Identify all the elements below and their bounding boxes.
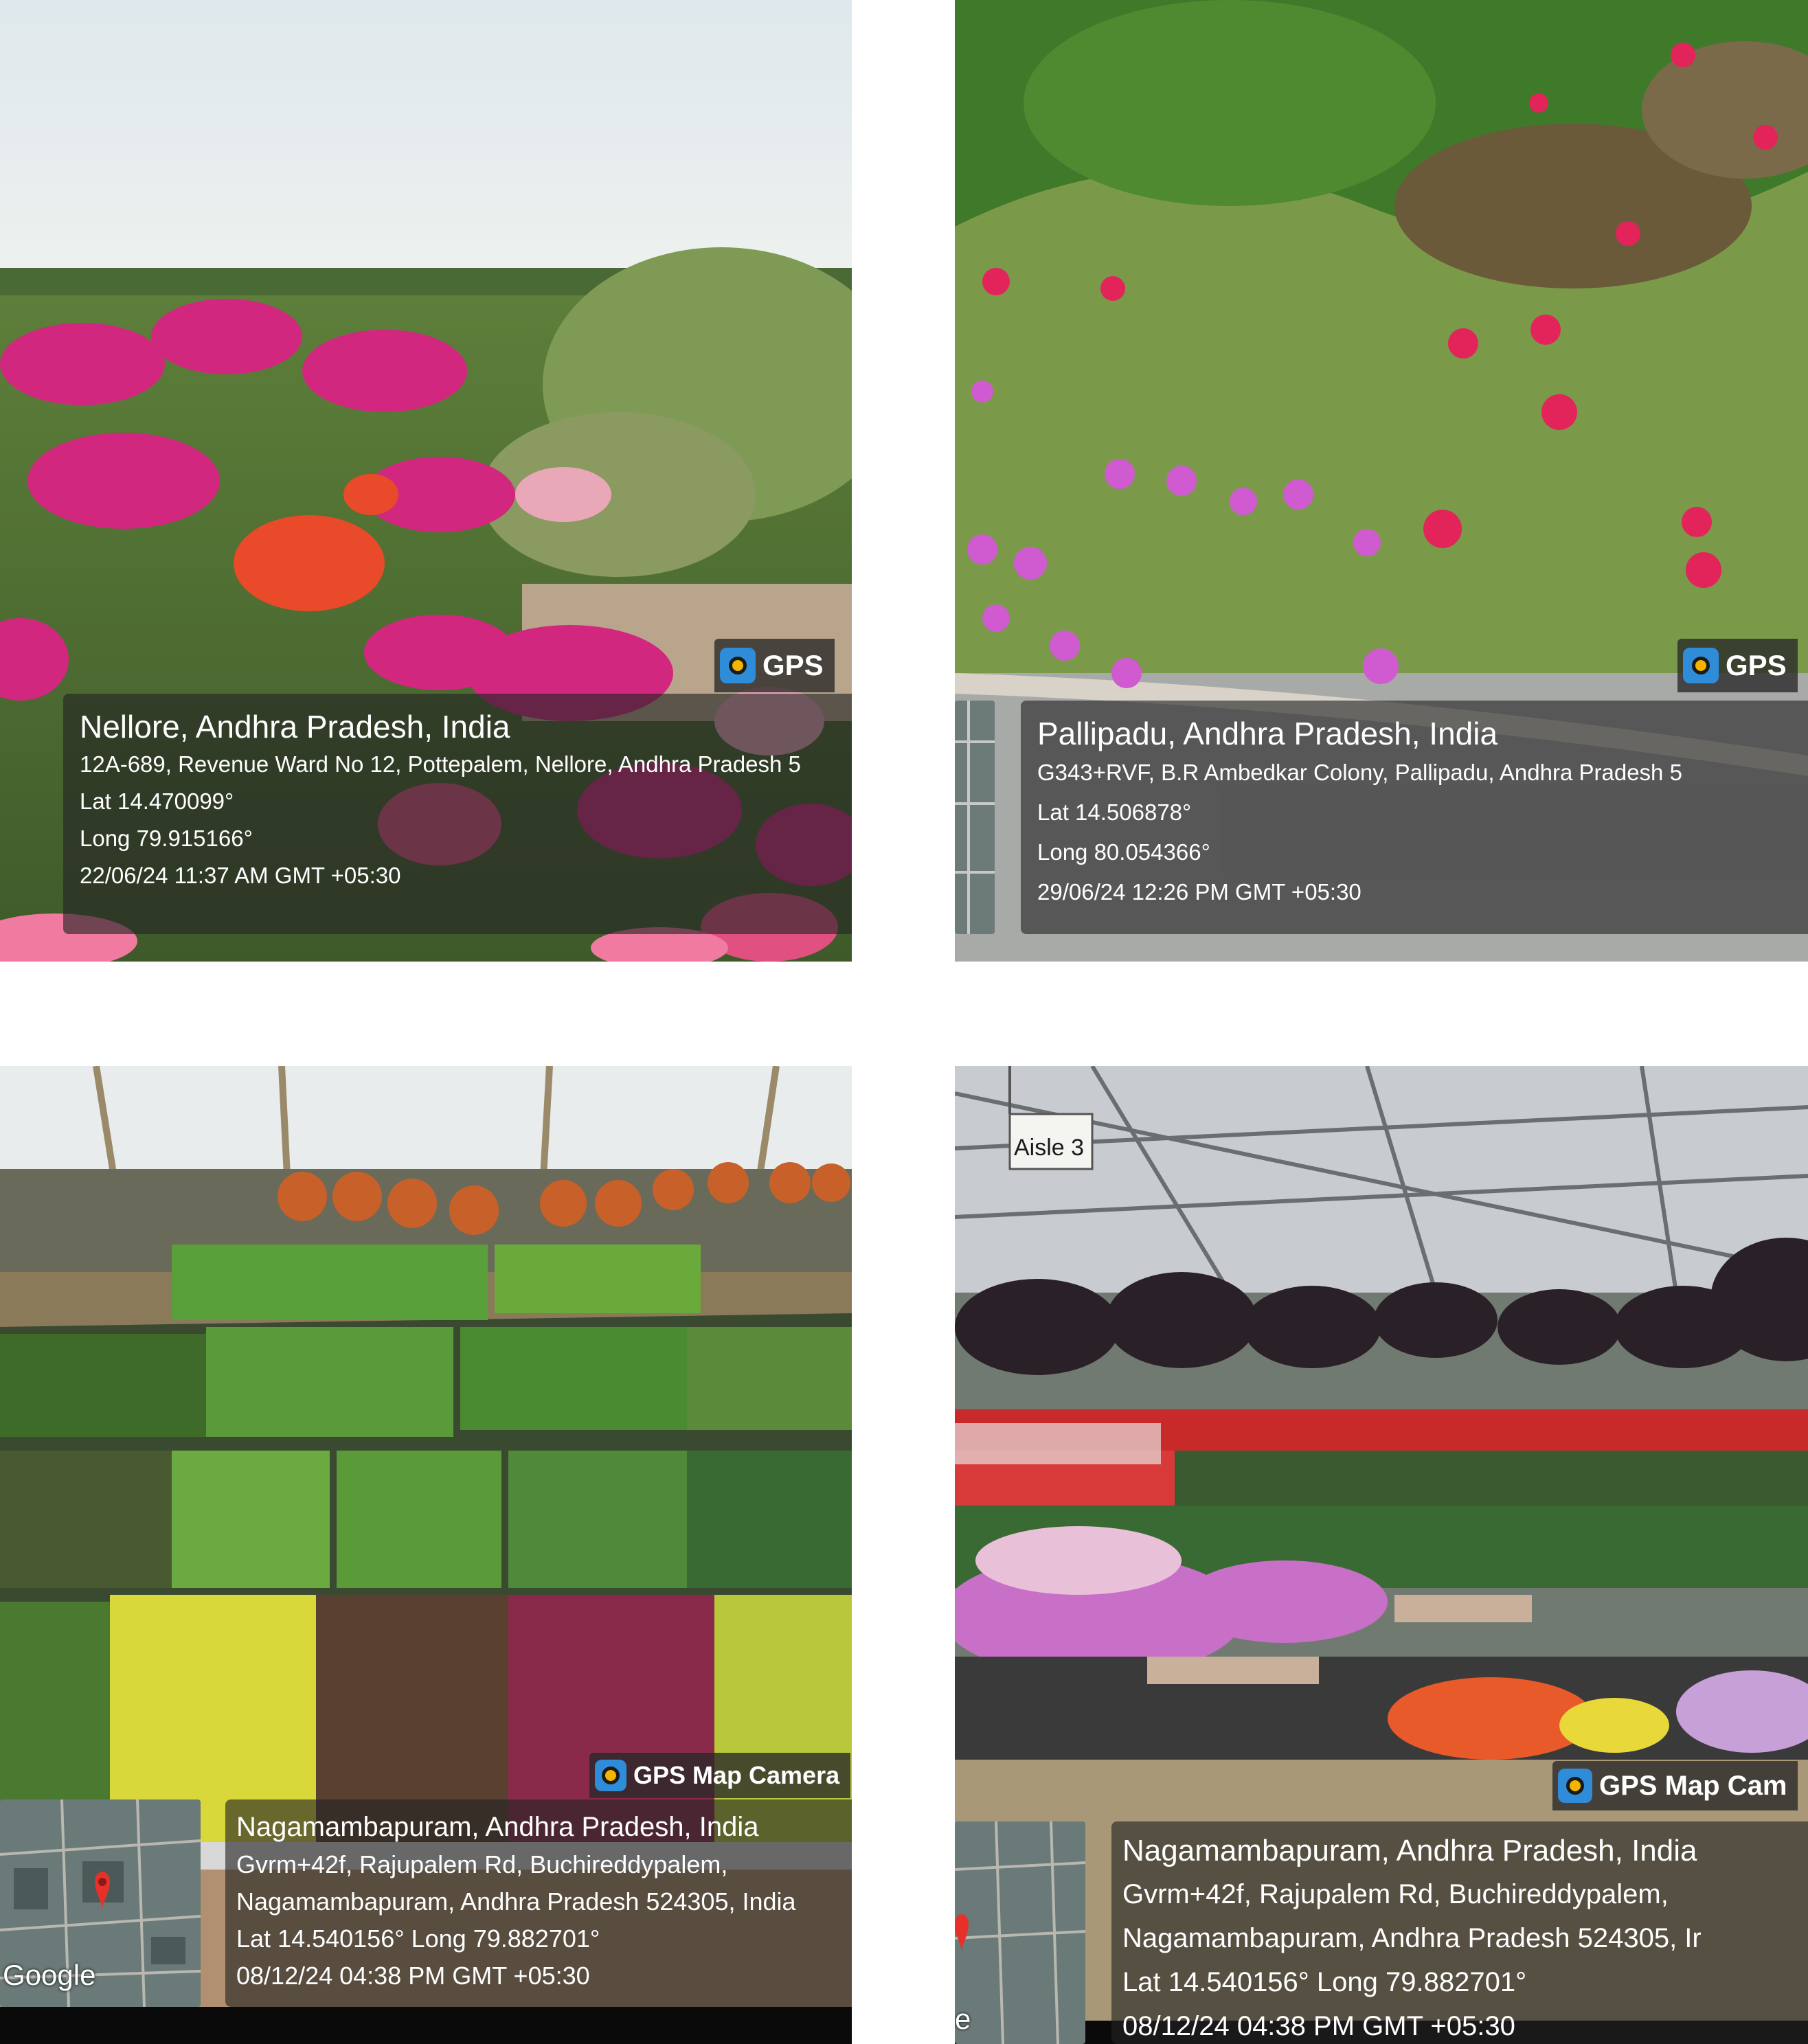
location-timestamp: 08/12/24 04:38 PM GMT +05:30 <box>236 1962 590 1990</box>
gps-badge: GPS Map Cam <box>1552 1761 1798 1810</box>
location-city: Nellore, Andhra Pradesh, India <box>80 709 510 745</box>
gps-label: GPS <box>1726 649 1787 681</box>
photo-tile-nellore: GPS Nellore, Andhra Pradesh, India 12A-6… <box>0 0 852 962</box>
location-caption: Nagamambapuram, Andhra Pradesh, India Gv… <box>225 1799 852 2007</box>
location-caption: Nagamambapuram, Andhra Pradesh, India Gv… <box>1111 1821 1808 2044</box>
location-address-line-1: Gvrm+42f, Rajupalem Rd, Buchireddypalem, <box>236 1850 728 1878</box>
google-map-credit-partial: e <box>955 2003 971 2035</box>
gps-map-camera-icon <box>1683 648 1719 683</box>
location-mini-map <box>955 701 995 934</box>
location-address: G343+RVF, B.R Ambedkar Colony, Pallipadu… <box>1037 760 1682 785</box>
location-longitude: Long 80.054366° <box>1037 839 1210 865</box>
gps-badge: GPS <box>714 639 835 692</box>
location-latitude: Lat 14.470099° <box>80 788 234 814</box>
gps-badge: GPS Map Camera <box>589 1753 851 1798</box>
location-timestamp: 22/06/24 11:37 AM GMT +05:30 <box>80 863 401 888</box>
location-address-line-1: Gvrm+42f, Rajupalem Rd, Buchireddypalem, <box>1122 1879 1669 1909</box>
location-city: Nagamambapuram, Andhra Pradesh, India <box>1122 1834 1697 1867</box>
location-latitude: Lat 14.506878° <box>1037 799 1192 825</box>
location-longitude: Long 79.915166° <box>80 826 253 851</box>
gps-map-camera-icon <box>720 648 756 683</box>
location-mini-map: e <box>955 1821 1085 2044</box>
photo-tile-greenhouse: Aisle 3 GPS Map Cam e Nagamambapuram, An… <box>955 1066 1808 2044</box>
location-timestamp: 29/06/24 12:26 PM GMT +05:30 <box>1037 879 1361 905</box>
location-lat-long: Lat 14.540156° Long 79.882701° <box>1122 1967 1527 1997</box>
gps-badge: GPS <box>1677 639 1798 692</box>
location-timestamp: 08/12/24 04:38 PM GMT +05:30 <box>1122 2011 1515 2041</box>
gps-label: GPS Map Camera <box>633 1761 840 1789</box>
gps-label: GPS Map Cam <box>1599 1770 1787 1801</box>
location-caption: Pallipadu, Andhra Pradesh, India G343+RV… <box>1021 701 1808 934</box>
location-mini-map: Google <box>0 1799 201 2007</box>
location-lat-long: Lat 14.540156° Long 79.882701° <box>236 1924 600 1953</box>
aisle-sign: Aisle 3 <box>1014 1135 1085 1161</box>
gps-label: GPS <box>762 649 824 681</box>
location-address-line-2: Nagamambapuram, Andhra Pradesh 524305, I… <box>1122 1923 1702 1953</box>
location-caption: Nellore, Andhra Pradesh, India 12A-689, … <box>63 694 852 934</box>
gps-map-camera-icon <box>595 1760 626 1791</box>
google-map-credit: Google <box>3 1959 96 1991</box>
photo-tile-nursery-trays: GPS Map Camera Google Nagamambapuram, An… <box>0 1066 852 2044</box>
photo-tile-pallipadu: GPS Pallipadu, Andhra Pradesh, India G34… <box>955 0 1808 962</box>
location-address: 12A-689, Revenue Ward No 12, Pottepalem,… <box>80 751 801 777</box>
location-city: Nagamambapuram, Andhra Pradesh, India <box>236 1812 759 1842</box>
gps-map-camera-icon <box>1558 1769 1592 1803</box>
location-address-line-2: Nagamambapuram, Andhra Pradesh 524305, I… <box>236 1887 796 1916</box>
location-city: Pallipadu, Andhra Pradesh, India <box>1037 716 1498 751</box>
